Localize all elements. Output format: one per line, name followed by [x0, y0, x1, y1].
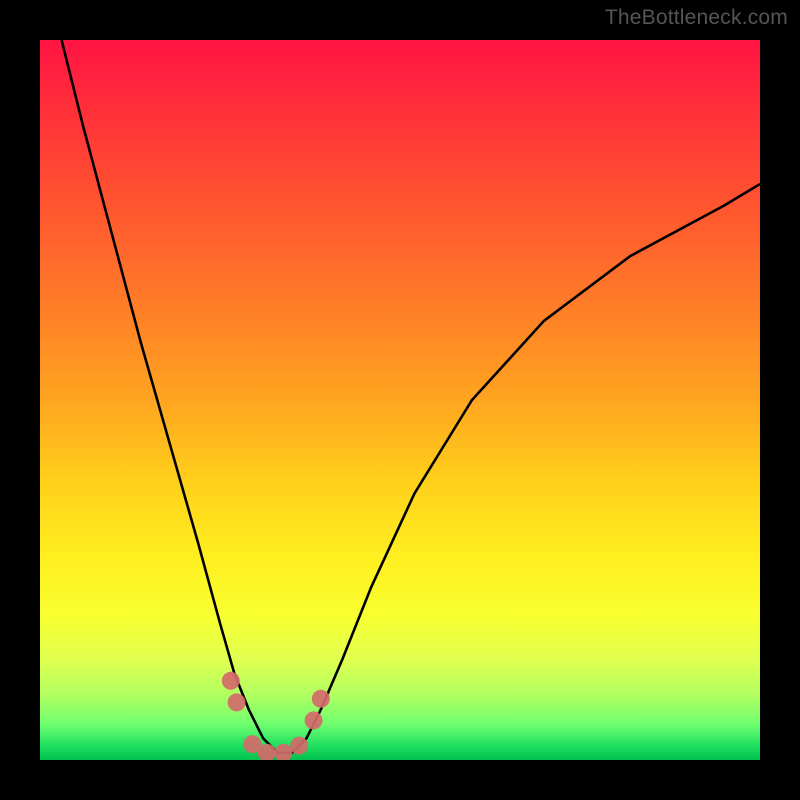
curve-marker	[305, 711, 323, 729]
curve-svg	[40, 40, 760, 760]
plot-area	[40, 40, 760, 760]
chart-frame: TheBottleneck.com	[0, 0, 800, 800]
curve-marker	[228, 693, 246, 711]
bottleneck-curve-path	[62, 40, 760, 753]
watermark-text: TheBottleneck.com	[605, 6, 788, 30]
curve-marker	[312, 690, 330, 708]
curve-marker	[274, 744, 292, 760]
curve-marker	[290, 737, 308, 755]
curve-marker	[222, 672, 240, 690]
marker-group	[222, 672, 330, 760]
